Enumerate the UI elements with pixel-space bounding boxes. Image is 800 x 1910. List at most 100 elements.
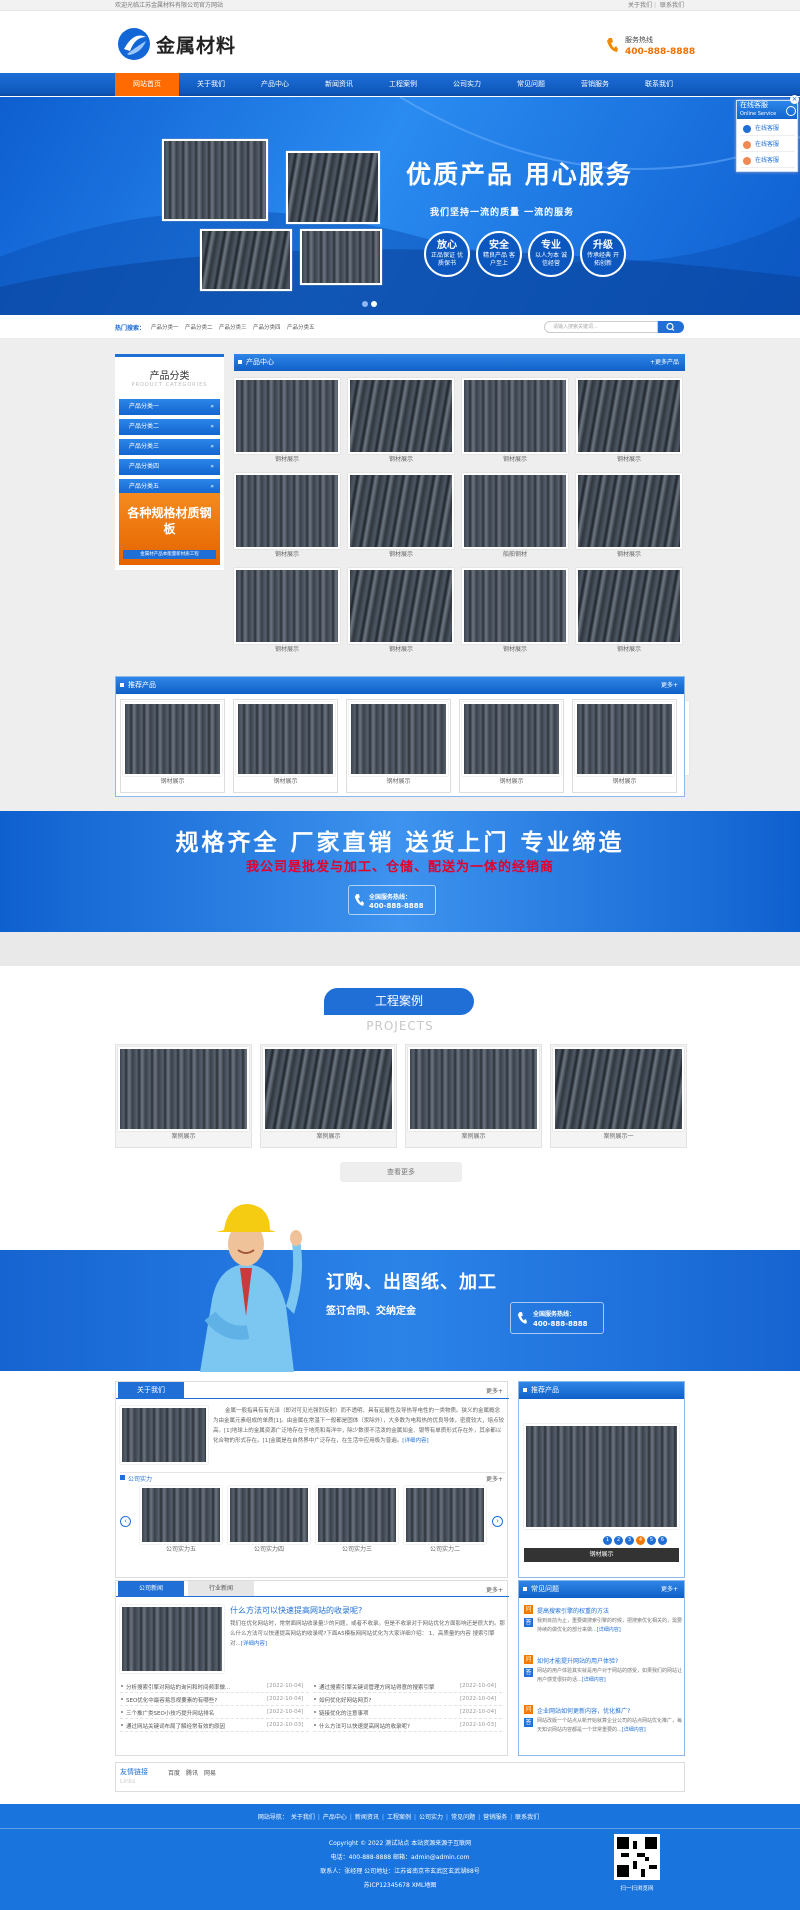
product-card[interactable]: 钢材展示 [348, 378, 454, 468]
page-dot-5[interactable]: 5 [647, 1536, 656, 1545]
recommend-more[interactable]: 更多+ [661, 677, 678, 694]
news-list-item[interactable]: 如何优化好网站网页? [2022-10-04] [313, 1694, 502, 1706]
strength-next-button[interactable]: › [492, 1516, 503, 1527]
news-list-item[interactable]: 什么方法可以快速提高网站的收录呢? [2022-10-03] [313, 1720, 502, 1732]
product-center-more[interactable]: +更多产品 [650, 354, 679, 371]
hot-search-item-1[interactable]: 产品分类二 [185, 323, 213, 331]
page-dot-1[interactable]: 1 [603, 1536, 612, 1545]
footer-nav-item-3[interactable]: 工程案例 [387, 1814, 411, 1821]
product-card[interactable]: 钢材展示 [234, 378, 340, 468]
footer-nav-item-1[interactable]: 产品中心 [323, 1814, 347, 1821]
search-input[interactable]: 请输入搜索关键词... [544, 321, 658, 333]
top-link-contact[interactable]: 联系我们 [660, 0, 684, 11]
news-detail-link[interactable]: [详细内容] [241, 1641, 267, 1647]
news-list-item[interactable]: 通过搜索引擎关键词管理方网站得意的搜索引擎 [2022-10-04] [313, 1681, 502, 1693]
category-item-2[interactable]: 产品分类三» [119, 439, 220, 455]
product-card[interactable]: 钢材展示 [348, 568, 454, 658]
product-card[interactable]: 钢材展示 [234, 568, 340, 658]
product-card[interactable]: 船舶钢材 [462, 473, 568, 563]
recommend-card[interactable]: 钢材展示 [346, 699, 451, 793]
strength-card[interactable]: 公司实力二 [404, 1486, 486, 1556]
nav-item-8[interactable]: 联系我们 [627, 73, 691, 96]
slider-dot-2[interactable] [371, 301, 377, 307]
logo-text[interactable]: 金属材料 [156, 31, 236, 58]
faq-detail-link[interactable]: [详细内容] [622, 1727, 646, 1733]
page-dot-4[interactable]: 4 [636, 1536, 645, 1545]
product-card[interactable]: 钢材展示 [576, 378, 682, 468]
footer-nav-item-6[interactable]: 营销服务 [483, 1814, 507, 1821]
product-card[interactable]: 钢材展示 [462, 378, 568, 468]
cases-more-button[interactable]: 查看更多 [340, 1162, 462, 1182]
side-recommend-caption[interactable]: 钢材展示 [524, 1548, 679, 1562]
about-more[interactable]: 更多+ [486, 1386, 503, 1395]
footer-nav-item-7[interactable]: 联系我们 [515, 1814, 539, 1821]
case-card[interactable]: 案例展示 [405, 1044, 542, 1148]
footer-icp[interactable]: 苏ICP12345678 XML地图 [0, 1880, 800, 1889]
news-list-item[interactable]: 分析搜索引擎对网站的询问和时间频率做... [2022-10-04] [120, 1681, 309, 1693]
news-list-item[interactable]: 链接优化的注意事项 [2022-10-04] [313, 1707, 502, 1719]
page-dot-3[interactable]: 3 [625, 1536, 634, 1545]
news-headline[interactable]: 什么方法可以快速提高网站的收录呢? [230, 1605, 362, 1616]
product-card[interactable]: 钢材展示 [234, 473, 340, 563]
recommend-card[interactable]: 钢材展示 [572, 699, 677, 793]
footer-nav-item-5[interactable]: 常见问题 [451, 1814, 475, 1821]
nav-item-4[interactable]: 工程案例 [371, 73, 435, 96]
product-card[interactable]: 钢材展示 [348, 473, 454, 563]
faq-detail-link[interactable]: [详细内容] [582, 1677, 606, 1683]
faq-detail-link[interactable]: [详细内容] [597, 1627, 621, 1633]
page-dot-2[interactable]: 2 [614, 1536, 623, 1545]
nav-item-0[interactable]: 网站首页 [115, 73, 179, 96]
logo-icon[interactable] [117, 27, 151, 61]
recommend-card[interactable]: 钢材展示 [233, 699, 338, 793]
search-button[interactable] [658, 321, 684, 333]
news-list-item[interactable]: 通过网站关键词布局了解经常有效的原因 [2022-10-03] [120, 1720, 309, 1732]
case-card[interactable]: 案例展示 [115, 1044, 252, 1148]
nav-item-2[interactable]: 产品中心 [243, 73, 307, 96]
nav-item-3[interactable]: 新闻资讯 [307, 73, 371, 96]
category-item-0[interactable]: 产品分类一» [119, 399, 220, 415]
strength-more[interactable]: 更多+ [486, 1474, 503, 1483]
nav-item-7[interactable]: 营销服务 [563, 73, 627, 96]
product-card[interactable]: 钢材展示 [576, 473, 682, 563]
hot-search-item-4[interactable]: 产品分类五 [287, 323, 315, 331]
friend-link[interactable]: 百度 [168, 1768, 180, 1777]
footer-nav-item-2[interactable]: 新闻资讯 [355, 1814, 379, 1821]
page-dot-6[interactable]: 6 [658, 1536, 667, 1545]
news-tab-1[interactable]: 行业新闻 [188, 1581, 254, 1596]
about-detail-link[interactable]: [详细内容] [402, 1438, 428, 1444]
side-recommend-image[interactable] [524, 1424, 679, 1529]
promo-steel-plate[interactable]: 各种规格材质钢板 金属材产品本能量新材质工程 [119, 493, 220, 565]
hot-search-item-0[interactable]: 产品分类一 [151, 323, 179, 331]
case-card[interactable]: 案例展示 [260, 1044, 397, 1148]
faq-question[interactable]: 提高搜索引擎的权重的方法 [537, 1606, 682, 1615]
hot-search-item-2[interactable]: 产品分类三 [219, 323, 247, 331]
top-link-about[interactable]: 关于我们 [628, 0, 652, 11]
footer-nav-item-4[interactable]: 公司实力 [419, 1814, 443, 1821]
product-card[interactable]: 钢材展示 [462, 568, 568, 658]
footer-nav-item-0[interactable]: 关于我们 [291, 1814, 315, 1821]
online-close-button[interactable]: × [790, 95, 799, 104]
online-service-link-0[interactable]: 在线客服 [741, 122, 795, 136]
nav-item-1[interactable]: 关于我们 [179, 73, 243, 96]
hot-search-item-3[interactable]: 产品分类四 [253, 323, 281, 331]
news-tab-0[interactable]: 公司新闻 [118, 1581, 184, 1596]
strength-card[interactable]: 公司实力五 [140, 1486, 222, 1556]
faq-question[interactable]: 企业网站如何更新内容，优化推广? [537, 1706, 682, 1715]
category-item-1[interactable]: 产品分类二» [119, 419, 220, 435]
faq-question[interactable]: 如何才能提升网站的用户体验? [537, 1656, 682, 1665]
strength-card[interactable]: 公司实力四 [228, 1486, 310, 1556]
recommend-card[interactable]: 钢材展示 [459, 699, 564, 793]
online-service-link-2[interactable]: 在线客服 [741, 154, 795, 168]
friend-link[interactable]: 网易 [204, 1768, 216, 1777]
news-more[interactable]: 更多+ [486, 1585, 503, 1594]
slider-dot-1[interactable] [362, 301, 368, 307]
online-service-link-1[interactable]: 在线客服 [741, 138, 795, 152]
category-item-3[interactable]: 产品分类四» [119, 459, 220, 475]
case-card[interactable]: 案例展示一 [550, 1044, 687, 1148]
faq-more[interactable]: 更多+ [661, 1581, 678, 1598]
recommend-card[interactable]: 钢材展示 [120, 699, 225, 793]
strength-prev-button[interactable]: ‹ [120, 1516, 131, 1527]
strength-card[interactable]: 公司实力三 [316, 1486, 398, 1556]
nav-item-5[interactable]: 公司实力 [435, 73, 499, 96]
news-list-item[interactable]: SEO优化中最容易忽视要素的有哪些? [2022-10-04] [120, 1694, 309, 1706]
